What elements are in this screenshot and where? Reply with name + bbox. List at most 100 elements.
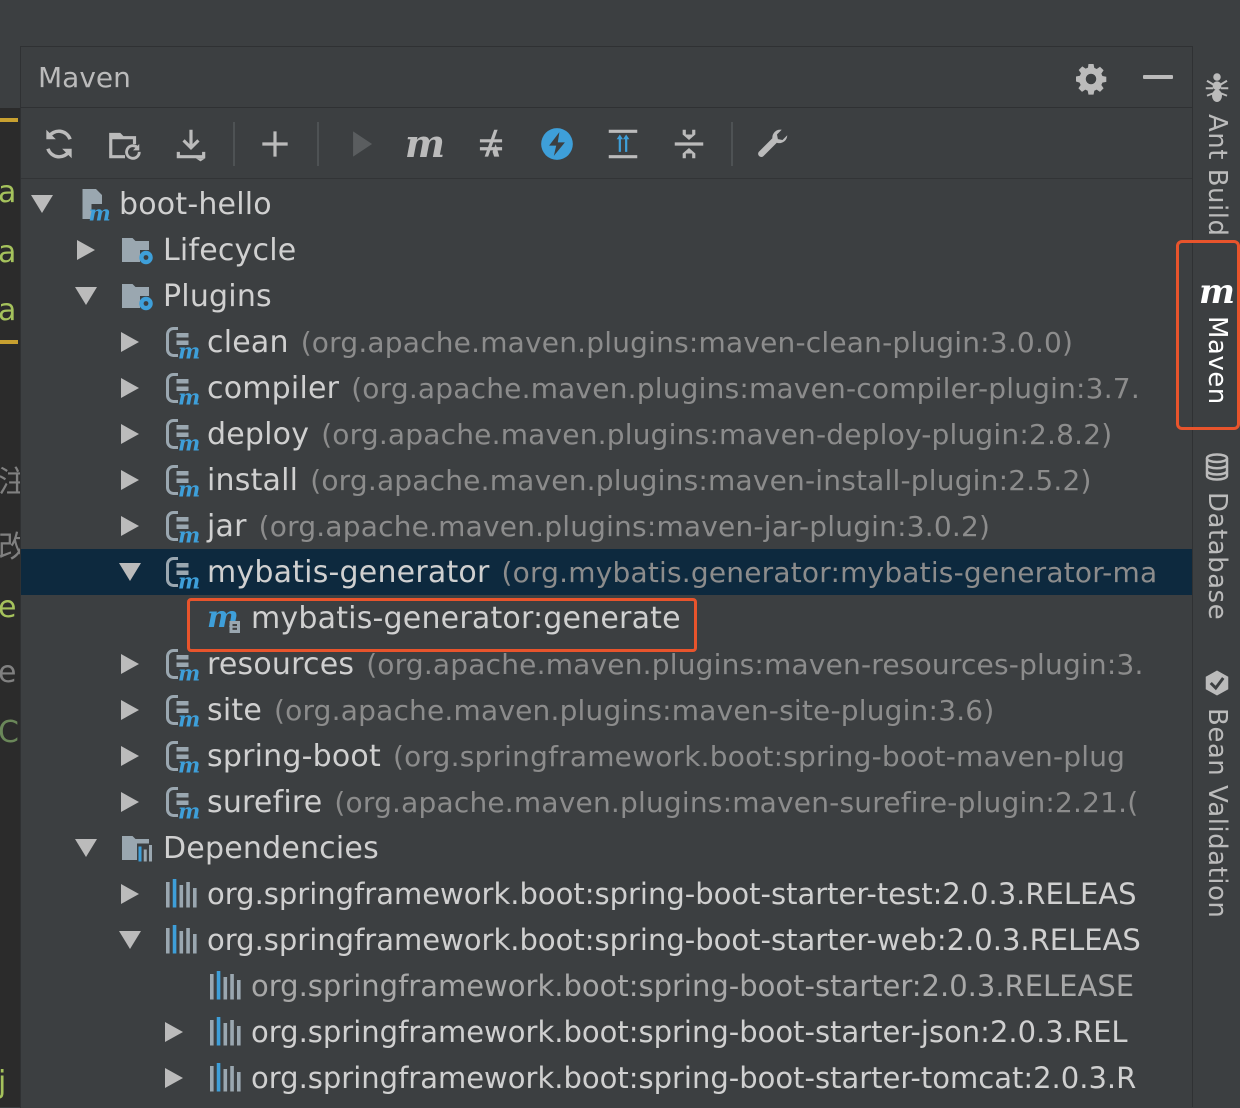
execute-goal-icon[interactable]: m: [405, 124, 445, 164]
expand-arrow-icon[interactable]: [121, 884, 139, 904]
maven-plugin-icon: m: [163, 692, 199, 728]
plugin-coordinates: (org.apache.maven.plugins:maven-jar-plug…: [258, 509, 991, 543]
download-icon[interactable]: [171, 124, 211, 164]
editor-fragment: a: [0, 293, 17, 328]
svg-text:m: m: [178, 523, 199, 545]
dependency-row[interactable]: org.springframework.boot:spring-boot-sta…: [21, 871, 1193, 917]
lifecycle-folder-icon: [119, 232, 155, 268]
plugin-coordinates: (org.mybatis.generator:mybatis-generator…: [501, 555, 1158, 589]
plugin-row[interactable]: m compiler (org.apache.maven.plugins:mav…: [21, 365, 1193, 411]
tab-bean-validation[interactable]: Bean Validation: [1193, 668, 1240, 918]
collapse-arrow-icon[interactable]: [119, 931, 141, 949]
plugin-row-selected[interactable]: m mybatis-generator (org.mybatis.generat…: [21, 549, 1193, 595]
plugin-coordinates: (org.apache.maven.plugins:maven-compiler…: [351, 371, 1140, 405]
right-tool-strip: Ant Build m Maven Database Bean Validati…: [1192, 46, 1240, 1107]
plugin-coordinates: (org.apache.maven.plugins:maven-clean-pl…: [300, 325, 1074, 359]
ant-icon: [1202, 70, 1232, 108]
maven-tool-window: Maven m m boot-hello Lifecycle Plugins m…: [20, 46, 1193, 1108]
expand-arrow-icon[interactable]: [121, 332, 139, 352]
plugin-row[interactable]: m jar (org.apache.maven.plugins:maven-ja…: [21, 503, 1193, 549]
plugin-name: surefire: [207, 784, 323, 820]
collapse-arrow-icon[interactable]: [75, 287, 97, 305]
collapse-all-icon[interactable]: [669, 124, 709, 164]
expand-arrow-icon[interactable]: [121, 792, 139, 812]
maven-plugin-icon: m: [163, 324, 199, 360]
collapse-arrow-icon[interactable]: [31, 195, 53, 213]
expand-arrow-icon[interactable]: [121, 424, 139, 444]
expand-arrow-icon[interactable]: [121, 746, 139, 766]
goal-highlight-box: [187, 598, 697, 652]
library-icon: [207, 1060, 243, 1096]
library-icon: [207, 968, 243, 1004]
library-icon: [163, 922, 199, 958]
plugin-name: clean: [207, 324, 289, 360]
expand-arrow-icon[interactable]: [165, 1068, 183, 1088]
plugins-label: Plugins: [163, 278, 272, 314]
plugin-row[interactable]: m clean (org.apache.maven.plugins:maven-…: [21, 319, 1193, 365]
svg-text:m: m: [178, 431, 199, 453]
library-icon: [163, 876, 199, 912]
svg-text:m: m: [178, 339, 199, 361]
expand-arrow-icon[interactable]: [121, 470, 139, 490]
tab-ant-build[interactable]: Ant Build: [1193, 70, 1240, 237]
tree-node-plugins[interactable]: Plugins: [21, 273, 1193, 319]
plugins-folder-icon: [119, 278, 155, 314]
expand-arrow-icon[interactable]: [77, 240, 95, 260]
editor-fragment: e: [0, 590, 17, 625]
bean-validation-icon: [1202, 668, 1232, 702]
skip-tests-icon[interactable]: [537, 124, 577, 164]
expand-arrow-icon[interactable]: [121, 700, 139, 720]
plugin-row[interactable]: m site (org.apache.maven.plugins:maven-s…: [21, 687, 1193, 733]
tree-node-project[interactable]: m boot-hello: [21, 181, 1193, 227]
plugin-coordinates: (org.apache.maven.plugins:maven-surefire…: [334, 785, 1139, 819]
collapse-arrow-icon[interactable]: [75, 839, 97, 857]
maven-toolbar: m: [21, 108, 1193, 179]
plugin-row[interactable]: m install (org.apache.maven.plugins:mave…: [21, 457, 1193, 503]
dependency-name: org.springframework.boot:spring-boot-sta…: [251, 969, 1135, 1003]
expand-arrow-icon[interactable]: [121, 378, 139, 398]
plugin-coordinates: (org.apache.maven.plugins:maven-deploy-p…: [321, 417, 1113, 451]
add-project-icon[interactable]: [255, 124, 295, 164]
run-icon[interactable]: [341, 124, 381, 164]
reimport-icon[interactable]: [39, 124, 79, 164]
svg-text:m: m: [178, 385, 199, 407]
tab-label: Ant Build: [1202, 114, 1232, 237]
minimize-icon[interactable]: [1143, 75, 1173, 79]
editor-fragment: a: [0, 175, 17, 210]
tab-database[interactable]: Database: [1193, 452, 1240, 620]
editor-fragment: 注: [0, 465, 20, 500]
settings-wrench-icon[interactable]: [753, 124, 793, 164]
tree-node-dependencies[interactable]: Dependencies: [21, 825, 1193, 871]
plugin-coordinates: (org.springframework.boot:spring-boot-ma…: [392, 739, 1126, 773]
expand-arrow-icon[interactable]: [165, 1022, 183, 1042]
show-dependencies-icon[interactable]: [603, 124, 643, 164]
lifecycle-label: Lifecycle: [163, 232, 297, 268]
editor-fragment: j: [0, 1065, 7, 1100]
plugin-coordinates: (org.apache.maven.plugins:maven-install-…: [310, 463, 1092, 497]
maven-plugin-icon: m: [163, 508, 199, 544]
dependency-name: org.springframework.boot:spring-boot-sta…: [207, 877, 1137, 911]
plugin-name: install: [207, 462, 299, 498]
toggle-offline-icon[interactable]: [471, 124, 511, 164]
plugin-row[interactable]: m surefire (org.apache.maven.plugins:mav…: [21, 779, 1193, 825]
tree-node-lifecycle[interactable]: Lifecycle: [21, 227, 1193, 273]
editor-fragment: e: [0, 655, 17, 690]
generate-sources-icon[interactable]: [105, 124, 145, 164]
plugin-name: deploy: [207, 416, 310, 452]
plugin-row[interactable]: m deploy (org.apache.maven.plugins:maven…: [21, 411, 1193, 457]
expand-arrow-icon[interactable]: [121, 654, 139, 674]
maven-plugin-icon: m: [163, 370, 199, 406]
plugin-coordinates: (org.apache.maven.plugins:maven-site-plu…: [274, 693, 995, 727]
dependency-row[interactable]: org.springframework.boot:spring-boot-sta…: [21, 1009, 1193, 1055]
plugin-name: compiler: [207, 370, 340, 406]
dependency-row[interactable]: org.springframework.boot:spring-boot-sta…: [21, 917, 1193, 963]
editor-fragment: a: [0, 235, 17, 270]
plugin-row[interactable]: m spring-boot (org.springframework.boot:…: [21, 733, 1193, 779]
dependency-row[interactable]: org.springframework.boot:spring-boot-sta…: [21, 1055, 1193, 1101]
editor-fragment: 改: [0, 530, 20, 565]
gear-icon[interactable]: [1073, 61, 1109, 97]
dependency-row[interactable]: org.springframework.boot:spring-boot-sta…: [21, 963, 1193, 1009]
collapse-arrow-icon[interactable]: [119, 563, 141, 581]
expand-arrow-icon[interactable]: [121, 516, 139, 536]
tab-label: Bean Validation: [1202, 708, 1232, 919]
